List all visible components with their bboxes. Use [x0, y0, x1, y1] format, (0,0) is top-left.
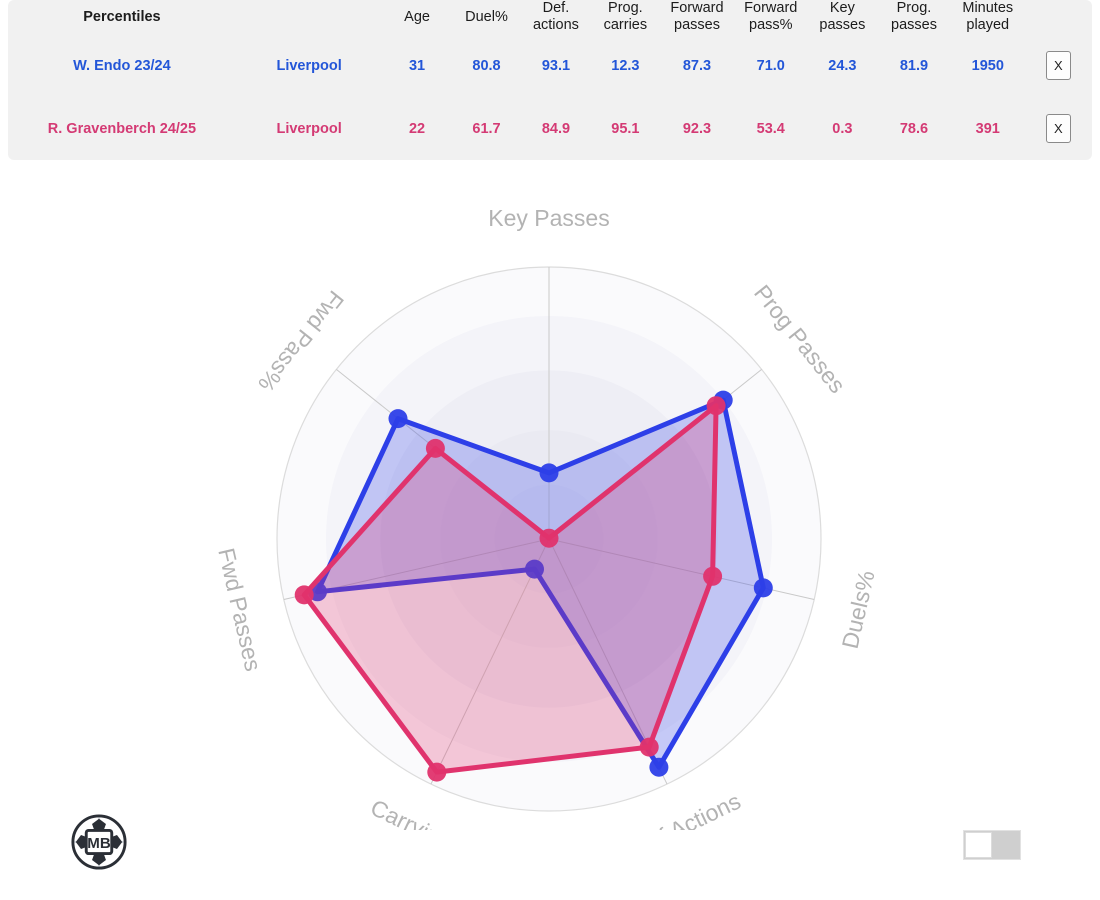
cell-prog_pass: 81.9 — [899, 57, 929, 74]
cell-def: 93.1 — [541, 57, 571, 74]
column-header-line: Minutes — [962, 0, 1014, 16]
cell-fwd_pct: 53.4 — [756, 120, 785, 137]
column-header-line: Age — [404, 8, 430, 25]
radar-data-point[interactable] — [703, 566, 723, 586]
cell-minutes: 391 — [975, 120, 1000, 137]
logo-text: MB — [87, 835, 111, 852]
radar-data-point[interactable] — [539, 528, 559, 548]
cell-key_pass: 24.3 — [828, 57, 857, 74]
cell-prog_carry: 95.1 — [611, 120, 640, 137]
radar-chart: Key Passes Prog Passes Duels% Def Actions Ca… — [0, 170, 1100, 830]
cell-duel: 61.7 — [472, 120, 501, 137]
column-header-line: actions — [532, 17, 579, 33]
column-header-def-actions: Def. actions — [521, 0, 590, 34]
cell-def: 84.9 — [541, 120, 571, 137]
column-header-forward-passes: Forward passes — [660, 0, 734, 34]
column-header-line: passes — [674, 17, 720, 33]
view-toggle-switch[interactable] — [963, 830, 1021, 860]
close-column-header — [1025, 0, 1092, 34]
column-header-line: carries — [603, 17, 648, 33]
radar-data-point[interactable] — [639, 737, 659, 757]
column-header-line: passes — [819, 17, 866, 33]
player-name: W. Endo 23/24 — [73, 57, 171, 74]
percentile-table: Percentiles Age Duel% Def. actions Prog. c… — [8, 0, 1092, 160]
table-row: W. Endo 23/24 Liverpool 31 80.8 93.1 12.3 87.3… — [8, 34, 1092, 97]
column-header-line: played — [966, 17, 1010, 33]
radar-data-point[interactable] — [294, 585, 314, 605]
column-header-line: Duel% — [465, 8, 508, 25]
radar-data-point[interactable] — [388, 409, 408, 429]
cell-key_pass: 0.3 — [832, 120, 853, 137]
remove-player-button[interactable]: X — [1045, 114, 1071, 143]
column-header-prog-passes: Prog. passes — [877, 0, 951, 34]
cell-age: 22 — [408, 120, 426, 137]
cell-fwd_pass: 92.3 — [682, 120, 712, 137]
radar-svg: Key PassesProg PassesDuels%Def ActionsCa… — [213, 205, 880, 830]
column-header-line: Prog. — [896, 0, 932, 16]
player-name: R. Gravenberch 24/25 — [47, 120, 197, 137]
brand-logo-icon: MB — [70, 813, 128, 871]
radar-data-point[interactable] — [753, 578, 773, 598]
table-body: W. Endo 23/24 Liverpool 31 80.8 93.1 12.3 87.3… — [8, 34, 1092, 160]
column-header-line: Forward — [670, 0, 724, 16]
column-header-line: passes — [891, 17, 937, 33]
radar-axis-label: Fwd Passes — [213, 546, 266, 674]
cell-duel: 80.8 — [472, 57, 501, 74]
cell-minutes: 1950 — [971, 57, 1004, 74]
player-team: Liverpool — [276, 120, 342, 137]
column-header-prog-carries: Prog. carries — [591, 0, 660, 34]
column-header-line: Prog. — [608, 0, 643, 16]
cell-fwd_pass: 87.3 — [682, 57, 712, 74]
radar-axis-label: Duels% — [837, 568, 880, 651]
app-root: Percentiles Age Duel% Def. actions Prog. c… — [0, 0, 1100, 900]
close-cell: X — [1025, 97, 1092, 160]
remove-player-button[interactable]: X — [1045, 51, 1071, 80]
column-header-line: pass% — [749, 17, 793, 33]
radar-data-point[interactable] — [425, 438, 445, 458]
cell-age: 31 — [408, 57, 426, 74]
column-header-age: Age — [382, 0, 451, 34]
cell-prog_pass: 78.6 — [899, 120, 929, 137]
column-header-line: Key — [829, 0, 855, 16]
close-cell: X — [1025, 34, 1092, 97]
radar-data-point[interactable] — [649, 757, 669, 777]
radar-data-point[interactable] — [706, 396, 726, 416]
column-header-line: Def. — [542, 0, 570, 16]
radar-axis-label: Carrying — [367, 794, 457, 830]
table-title: Percentiles — [83, 8, 161, 25]
column-header-key-passes: Key passes — [808, 0, 877, 34]
cell-fwd_pct: 71.0 — [756, 57, 785, 74]
radar-axis-label: Def Actions — [629, 788, 745, 830]
column-header-duel: Duel% — [452, 0, 521, 34]
table-row: R. Gravenberch 24/25 Liverpool 22 61.7 84.9 9… — [8, 97, 1092, 160]
radar-data-point[interactable] — [427, 762, 447, 782]
table-header-row: Percentiles Age Duel% Def. actions Prog. c… — [8, 0, 1092, 34]
team-column-header — [236, 0, 382, 34]
radar-axis-label: Key Passes — [488, 205, 609, 231]
cell-prog_carry: 12.3 — [611, 57, 640, 74]
percentile-comparison-panel: Percentiles Age Duel% Def. actions Prog. c… — [8, 0, 1092, 160]
football-mb-logo-icon: MB — [71, 814, 127, 870]
column-header-forward-pass-pct: Forward pass% — [734, 0, 808, 34]
column-header-line: Forward — [744, 0, 798, 16]
toggle-knob[interactable] — [965, 832, 992, 858]
column-header-minutes-played: Minutes played — [951, 0, 1025, 34]
player-team: Liverpool — [276, 57, 342, 74]
radar-data-point[interactable] — [539, 463, 559, 483]
